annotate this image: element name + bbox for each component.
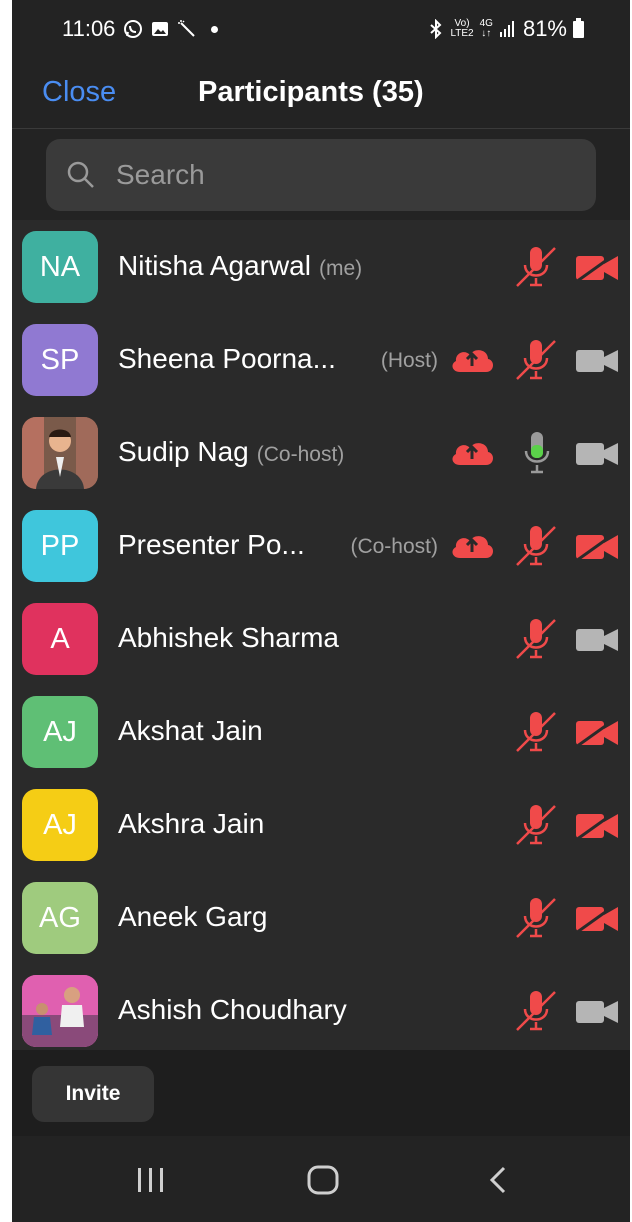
participant-role: (Co-host)	[350, 535, 438, 558]
participant-name-container: Ashish Choudhary	[118, 994, 347, 1026]
video-off-icon[interactable]	[574, 529, 620, 567]
participant-name: Nitisha Agarwal	[118, 250, 311, 281]
battery-percent: 81%	[522, 16, 567, 41]
status-bar: 11:06 Vo) LTE2 4G ↓↑ 81%	[12, 0, 630, 58]
search-bar[interactable]	[46, 139, 596, 211]
header: Close Participants (35)	[12, 58, 630, 129]
avatar: AG	[22, 882, 98, 954]
battery-icon	[573, 17, 584, 38]
microphone-muted-icon[interactable]	[514, 803, 558, 852]
data-label: 4G ↓↑	[480, 19, 493, 39]
participant-row[interactable]: Ashish Choudhary	[12, 964, 630, 1050]
participant-role: (Host)	[380, 349, 438, 372]
avatar: PP	[22, 510, 98, 582]
data-arrows: ↓↑	[481, 28, 492, 39]
participant-name: Akshat Jain	[118, 715, 263, 746]
participant-name: Abhishek Sharma	[118, 622, 340, 653]
microphone-muted-icon[interactable]	[514, 710, 558, 759]
avatar: NA	[22, 231, 98, 303]
participant-role: (Co-host)	[256, 443, 345, 466]
video-off-icon[interactable]	[574, 250, 620, 288]
notification-dot-icon	[211, 25, 219, 33]
status-time: 11:06	[62, 16, 116, 41]
participant-row[interactable]: SP Sheena Poorna... (Host)	[12, 313, 630, 406]
video-icon[interactable]	[574, 344, 620, 381]
participant-name-container: Presenter Po...	[118, 529, 305, 561]
volte-bottom: LTE2	[450, 28, 474, 39]
participant-row[interactable]: AJ Akshra Jain	[12, 778, 630, 871]
participant-name-container: Abhishek Sharma	[118, 622, 339, 654]
microphone-muted-icon[interactable]	[514, 524, 558, 573]
microphone-muted-icon[interactable]	[514, 617, 558, 666]
signal-icon	[499, 21, 514, 37]
avatar	[22, 975, 98, 1047]
participant-name: Sheena Poorna...	[118, 343, 336, 374]
participant-name-container: Sheena Poorna...	[118, 343, 336, 375]
footer: Invite	[12, 1050, 630, 1136]
recents-icon[interactable]	[136, 1164, 166, 1196]
avatar: SP	[22, 324, 98, 396]
participant-list[interactable]: NA Nitisha Agarwal (me) SP Sheena Poorna... (…	[12, 220, 630, 1050]
microphone-muted-icon[interactable]	[514, 896, 558, 945]
gallery-icon	[152, 22, 169, 36]
zoom-participants-screen: 11:06 Vo) LTE2 4G ↓↑ 81% Close Participa…	[12, 0, 630, 1222]
video-icon[interactable]	[574, 623, 620, 660]
video-icon[interactable]	[574, 995, 620, 1032]
search-container	[12, 129, 630, 219]
participant-name-container: Akshra Jain	[118, 808, 264, 840]
status-left: 11:06	[62, 16, 219, 42]
participant-row[interactable]: A Abhishek Sharma	[12, 592, 630, 685]
video-off-icon[interactable]	[574, 808, 620, 846]
page-title: Participants (35)	[198, 76, 424, 108]
video-off-icon[interactable]	[574, 715, 620, 753]
participant-name-container: Nitisha Agarwal (me)	[118, 250, 362, 282]
cloud-recording-icon	[448, 530, 496, 565]
avatar: AJ	[22, 696, 98, 768]
participant-name: Sudip Nag	[118, 436, 249, 467]
participant-name: Ashish Choudhary	[118, 994, 347, 1025]
participant-row[interactable]: Sudip Nag (Co-host)	[12, 406, 630, 499]
microphone-muted-icon[interactable]	[514, 989, 558, 1038]
search-icon	[67, 161, 94, 188]
close-button[interactable]: Close	[42, 76, 116, 109]
status-right: Vo) LTE2 4G ↓↑ 81%	[428, 16, 584, 42]
participant-name-container: Sudip Nag (Co-host)	[118, 436, 344, 468]
home-icon[interactable]	[306, 1164, 340, 1196]
participant-name-container: Akshat Jain	[118, 715, 263, 747]
microphone-icon[interactable]	[522, 431, 552, 480]
participant-role: (me)	[318, 257, 363, 280]
participant-row[interactable]: AJ Akshat Jain	[12, 685, 630, 778]
avatar	[22, 417, 98, 489]
invite-button[interactable]: Invite	[32, 1066, 154, 1122]
magic-wand-icon	[178, 20, 196, 37]
participant-row[interactable]: NA Nitisha Agarwal (me)	[12, 220, 630, 313]
video-icon[interactable]	[574, 437, 620, 474]
participant-name: Presenter Po...	[118, 529, 305, 560]
microphone-muted-icon[interactable]	[514, 245, 558, 294]
volte-label: Vo) LTE2	[450, 19, 473, 39]
system-nav-bar	[12, 1136, 630, 1222]
participant-name: Aneek Garg	[118, 901, 268, 932]
whatsapp-icon	[124, 20, 143, 38]
participant-name: Akshra Jain	[118, 808, 265, 839]
participant-row[interactable]: AG Aneek Garg	[12, 871, 630, 964]
participant-row[interactable]: PP Presenter Po... (Co-host)	[12, 499, 630, 592]
back-icon[interactable]	[486, 1164, 510, 1196]
cloud-recording-icon	[448, 437, 496, 472]
bluetooth-icon	[430, 19, 442, 39]
video-off-icon[interactable]	[574, 901, 620, 939]
participant-name-container: Aneek Garg	[118, 901, 267, 933]
avatar: A	[22, 603, 98, 675]
search-input[interactable]	[114, 158, 558, 192]
microphone-muted-icon[interactable]	[514, 338, 558, 387]
avatar: AJ	[22, 789, 98, 861]
cloud-recording-icon	[448, 344, 496, 379]
